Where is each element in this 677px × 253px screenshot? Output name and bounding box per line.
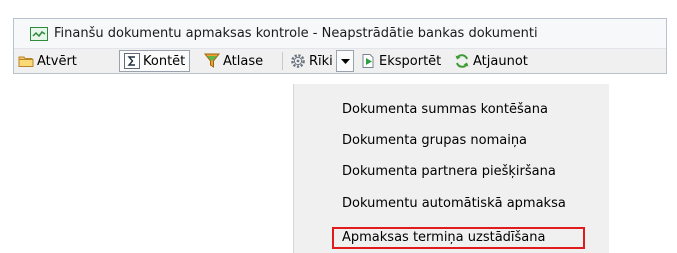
refresh-button[interactable]: Atjaunot	[454, 50, 528, 72]
post-button[interactable]: Kontēt	[119, 50, 191, 72]
export-icon	[362, 54, 374, 68]
post-button-label: Kontēt	[143, 53, 186, 69]
menu-item-document-group-change[interactable]: Dokumenta grupas nomaiņa	[342, 133, 527, 148]
window-titlebar: Finanšu dokumentu apmaksas kontrole - Ne…	[14, 19, 666, 49]
refresh-icon	[455, 54, 469, 68]
menu-item-document-amount-posting[interactable]: Dokumenta summas kontēšana	[342, 102, 548, 117]
menu-item-document-partner-assignment[interactable]: Dokumenta partnera piešķiršana	[342, 164, 556, 179]
refresh-button-label: Atjaunot	[473, 53, 528, 69]
menu-item-automatic-payment[interactable]: Dokumentu automātiskā apmaksa	[342, 196, 566, 211]
filter-button-label: Atlase	[223, 53, 264, 69]
window-title: Finanšu dokumentu apmaksas kontrole - Ne…	[54, 26, 538, 41]
sigma-icon	[124, 53, 140, 69]
funnel-icon	[204, 53, 220, 68]
chart-window-icon	[30, 27, 48, 41]
chevron-down-icon	[341, 59, 350, 64]
gear-icon	[291, 54, 305, 68]
highlight-box	[332, 227, 585, 249]
open-button-label: Atvērt	[37, 53, 77, 69]
export-button-label: Eksportēt	[379, 53, 442, 69]
toolbar-separator	[282, 52, 283, 70]
tools-button[interactable]: Rīki	[290, 50, 333, 72]
toolbar: Atvērt Kontēt Atlase Rīki Eksportēt Atja…	[14, 49, 666, 73]
tools-button-label: Rīki	[309, 53, 333, 69]
export-button[interactable]: Eksportēt	[360, 50, 441, 72]
open-button[interactable]: Atvērt	[18, 50, 77, 72]
tools-dropdown-button[interactable]	[336, 50, 354, 72]
folder-icon	[18, 56, 34, 67]
filter-button[interactable]: Atlase	[204, 50, 263, 72]
